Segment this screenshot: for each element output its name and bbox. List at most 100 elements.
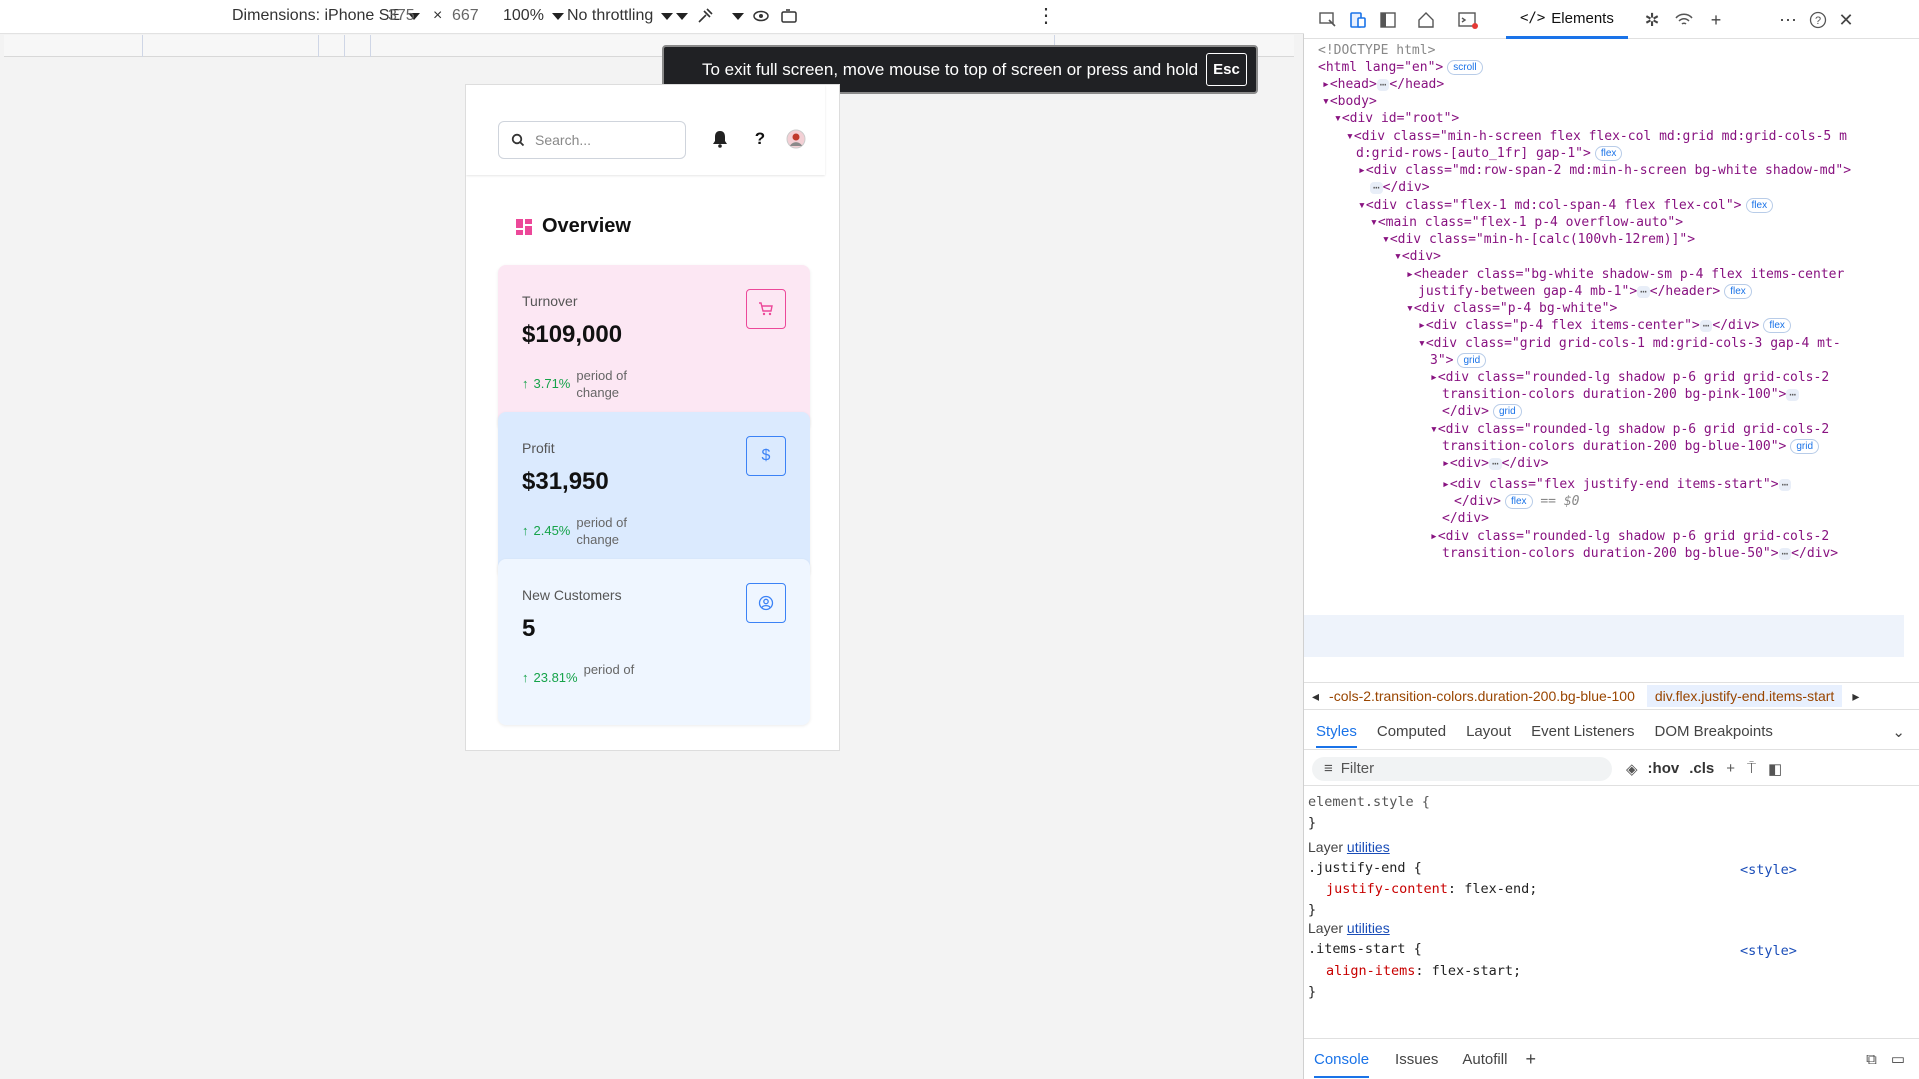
new-rule-icon[interactable]: +	[1726, 760, 1735, 777]
search-placeholder: Search...	[535, 132, 592, 148]
dashboard-icon	[516, 218, 532, 235]
inspect-icon[interactable]	[1316, 8, 1340, 32]
bell-icon[interactable]	[708, 127, 732, 151]
save-data-toggle[interactable]	[676, 7, 714, 25]
collapsed-dots[interactable]: ⋯	[1488, 457, 1502, 470]
device-select-label: Dimensions: iPhone SE	[232, 7, 401, 24]
collapsed-dots[interactable]: ⋯	[1637, 285, 1650, 298]
rule-close: }	[1308, 815, 1317, 831]
cart-icon	[746, 289, 786, 329]
hov-button[interactable]: :hov	[1648, 760, 1680, 777]
avatar[interactable]	[784, 127, 808, 151]
style-declaration[interactable]: align-items: flex-start;	[1326, 961, 1521, 982]
scroll-badge[interactable]: scroll	[1447, 60, 1483, 75]
dom-line[interactable]: ▸<div> ⋯ </div>	[1442, 453, 1549, 474]
dollar-icon: $	[746, 436, 786, 476]
breadcrumb-item[interactable]: -cols-2.transition-colors.duration-200.b…	[1329, 688, 1635, 704]
tab-layout[interactable]: Layout	[1466, 723, 1511, 740]
selected-marker: == $0	[1540, 494, 1580, 509]
add-drawer-tab-icon[interactable]: +	[1525, 1049, 1536, 1070]
change-percent-value: 3.71%	[533, 376, 571, 391]
fullscreen-banner-text: To exit full screen, move mouse to top o…	[702, 59, 1199, 79]
change-percent-value: 2.45%	[533, 523, 571, 538]
close-drawer-icon[interactable]: ▭	[1891, 1050, 1905, 1068]
dom-line[interactable]: transition-colors duration-200 bg-blue-5…	[1442, 543, 1838, 564]
tab-dom-breakpoints[interactable]: DOM Breakpoints	[1655, 723, 1773, 740]
help-icon[interactable]: ?	[748, 127, 772, 151]
flex-badge[interactable]: flex	[1745, 198, 1774, 213]
wifi-icon[interactable]	[1672, 8, 1696, 32]
card-change: ↑ 2.45% period of change	[522, 514, 636, 548]
element-style-selector[interactable]: element.style {	[1308, 792, 1430, 813]
flex-badge[interactable]: flex	[1724, 284, 1752, 299]
device-toolbar-icon[interactable]	[1346, 8, 1370, 32]
rule-selector[interactable]: .justify-end {	[1308, 858, 1422, 879]
change-note: period of	[583, 662, 635, 677]
dock-icon[interactable]	[1376, 8, 1400, 32]
help-circle-icon[interactable]: ?	[1806, 8, 1830, 32]
console-icon[interactable]	[1456, 8, 1480, 32]
tab-styles[interactable]: Styles	[1316, 723, 1357, 748]
card-value: 5	[522, 615, 536, 642]
bug-icon[interactable]: ✲	[1640, 8, 1664, 32]
dom-tree[interactable]: <!DOCTYPE html> <html lang="en"> scroll ▸…	[1304, 40, 1904, 680]
turnover-card: Turnover $109,000 ↑ 3.71% period of chang…	[498, 265, 810, 431]
dock-drawer-icon[interactable]: ⧉	[1866, 1051, 1877, 1068]
tab-computed[interactable]: Computed	[1377, 723, 1446, 740]
cls-button[interactable]: .cls	[1689, 760, 1714, 777]
vision-toggle[interactable]	[732, 7, 770, 25]
dom-line[interactable]: ▸<div class="md:row-span-2 md:min-h-scre…	[1358, 160, 1851, 181]
add-tab-icon[interactable]: +	[1704, 8, 1728, 32]
layers-icon[interactable]: ◈	[1626, 760, 1638, 778]
card-value: $31,950	[522, 468, 609, 495]
tab-issues[interactable]: Issues	[1395, 1051, 1438, 1068]
layer-link[interactable]: utilities	[1347, 920, 1390, 936]
layer-link[interactable]: utilities	[1347, 839, 1390, 855]
tab-elements[interactable]: </> Elements	[1506, 0, 1628, 39]
collapsed-dots[interactable]: ⋯	[1370, 181, 1383, 194]
screen: Dimensions: iPhone SE 375 × 667 100% No …	[0, 0, 1919, 1079]
collapsed-dots[interactable]: ⋯	[1778, 547, 1792, 560]
tab-autofill[interactable]: Autofill	[1462, 1051, 1507, 1068]
collapsed-dots[interactable]: ⋯	[1699, 319, 1713, 332]
rule-selector[interactable]: .items-start {	[1308, 939, 1422, 960]
more-options-icon[interactable]: ⋮	[1036, 3, 1056, 28]
style-source-link[interactable]: <style>	[1740, 860, 1797, 881]
sidebar-toggle-icon[interactable]: ◧	[1768, 760, 1782, 778]
home-icon[interactable]	[1414, 8, 1438, 32]
flex-badge[interactable]: flex	[1763, 318, 1791, 333]
overview-heading: Overview	[516, 215, 631, 238]
change-percent: ↑ 23.81%	[522, 670, 578, 685]
tab-console[interactable]: Console	[1314, 1051, 1370, 1078]
tab-event-listeners[interactable]: Event Listeners	[1531, 723, 1634, 740]
style-declaration[interactable]: justify-content: flex-end;	[1326, 879, 1537, 900]
filter-input[interactable]: ≡ Filter	[1312, 756, 1612, 781]
grid-badge[interactable]: grid	[1492, 404, 1522, 419]
throttling-select[interactable]: No throttling	[567, 7, 674, 25]
new-customers-card: New Customers 5 ↑ 23.81% period of	[498, 559, 810, 725]
breadcrumb-item-current[interactable]: div.flex.justify-end.items-start	[1646, 685, 1843, 707]
app-header: Search... ?	[466, 85, 825, 175]
more-icon[interactable]: ⋯	[1776, 8, 1800, 32]
flex-badge[interactable]: flex	[1504, 494, 1533, 509]
style-source-link[interactable]: <style>	[1740, 941, 1797, 962]
flex-badge[interactable]: flex	[1594, 146, 1623, 161]
collapsed-dots[interactable]: ⋯	[1786, 388, 1799, 401]
arrow-up-icon: ↑	[522, 523, 529, 538]
breadcrumb-right-arrow[interactable]: ▸	[1852, 688, 1859, 705]
grid-badge[interactable]: grid	[1790, 439, 1820, 454]
drawer-tabs: Console Issues Autofill + ⧉ ▭	[1304, 1038, 1919, 1079]
card-label: New Customers	[522, 587, 622, 603]
paint-icon[interactable]: ⍑	[1747, 760, 1756, 777]
chevron-down-icon[interactable]: ⌄	[1892, 723, 1905, 741]
breadcrumb-left-arrow[interactable]: ◂	[1312, 688, 1319, 705]
width-field[interactable]: 375	[388, 7, 415, 25]
collapsed-dots[interactable]: ⋯	[1376, 78, 1390, 91]
height-field[interactable]: 667	[452, 7, 479, 25]
zoom-select[interactable]: 100%	[503, 7, 564, 25]
close-icon[interactable]: ✕	[1834, 8, 1858, 32]
rotate-button[interactable]	[780, 7, 798, 25]
collapsed-dots[interactable]: ⋯	[1778, 478, 1792, 491]
search-input[interactable]: Search...	[498, 121, 686, 159]
grid-badge[interactable]: grid	[1457, 353, 1487, 368]
